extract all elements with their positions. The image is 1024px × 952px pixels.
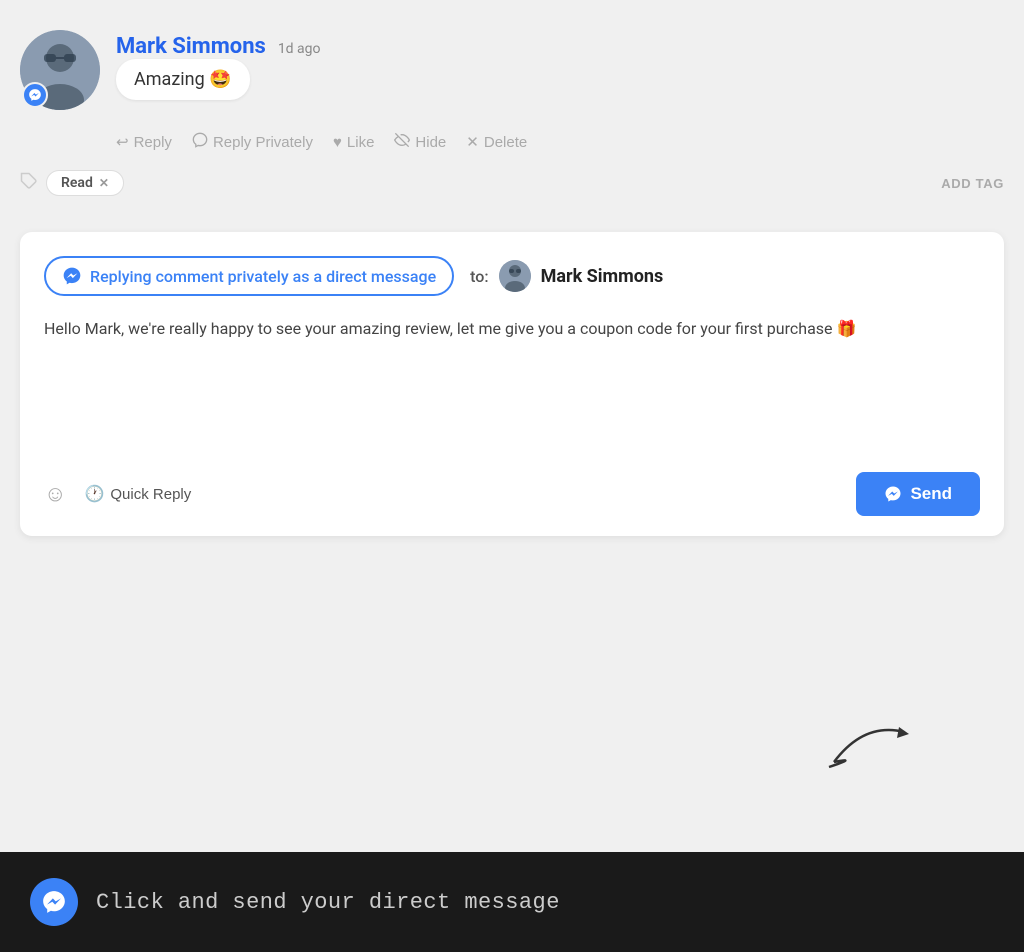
annotation-area [824, 712, 944, 772]
hide-icon [394, 132, 410, 152]
comment-text: Amazing 🤩 [134, 69, 232, 90]
add-tag-button[interactable]: ADD TAG [941, 176, 1004, 191]
reply-type-badge: Replying comment privately as a direct m… [44, 256, 454, 296]
quick-reply-label: Quick Reply [110, 486, 191, 503]
reply-icon: ↩ [116, 133, 129, 151]
tag-icon [20, 172, 38, 194]
reply-textarea[interactable] [44, 316, 980, 436]
like-icon: ♥ [333, 134, 342, 151]
tag-close-icon[interactable]: ✕ [99, 176, 109, 190]
delete-label: Delete [484, 134, 527, 151]
reply-type-label: Replying comment privately as a direct m… [90, 267, 436, 286]
reply-label: Reply [134, 134, 172, 151]
hide-button[interactable]: Hide [394, 132, 446, 152]
bottom-messenger-icon [30, 878, 78, 926]
reply-footer: ☺ 🕐 Quick Reply Send [44, 460, 980, 516]
messenger-badge [22, 82, 48, 108]
tag-label: Read [61, 175, 93, 191]
reply-card: Replying comment privately as a direct m… [20, 232, 1004, 536]
clock-icon: 🕐 [84, 484, 104, 504]
delete-icon: ✕ [466, 133, 479, 151]
bottom-text: Click and send your direct message [96, 890, 560, 915]
send-button[interactable]: Send [856, 472, 980, 516]
quick-reply-button[interactable]: 🕐 Quick Reply [84, 484, 191, 504]
author-name: Mark Simmons [116, 34, 266, 59]
like-button[interactable]: ♥ Like [333, 134, 374, 151]
emoji-button[interactable]: ☺ [44, 481, 66, 507]
recipient-name: Mark Simmons [541, 266, 664, 287]
comment-section: Mark Simmons 1d ago Amazing 🤩 ↩ Reply [20, 30, 1004, 232]
reply-privately-label: Reply Privately [213, 134, 313, 151]
delete-button[interactable]: ✕ Delete [466, 133, 527, 151]
tags-left: Read ✕ [20, 170, 124, 196]
avatar-wrapper [20, 30, 100, 110]
tags-row: Read ✕ ADD TAG [20, 162, 1004, 212]
footer-left: ☺ 🕐 Quick Reply [44, 481, 191, 507]
to-label: to: [470, 267, 488, 286]
comment-actions: ↩ Reply Reply Privately ♥ Like [20, 122, 1004, 162]
recipient-avatar [499, 260, 531, 292]
reply-privately-icon [192, 132, 208, 152]
hide-label: Hide [415, 134, 446, 151]
send-label: Send [910, 484, 952, 504]
bottom-bar: Click and send your direct message [0, 852, 1024, 952]
reply-to: to: Mark Simmons [470, 260, 663, 292]
main-content: Mark Simmons 1d ago Amazing 🤩 ↩ Reply [0, 0, 1024, 852]
read-tag[interactable]: Read ✕ [46, 170, 124, 196]
comment-time: 1d ago [278, 41, 321, 57]
reply-button[interactable]: ↩ Reply [116, 133, 172, 151]
reply-privately-button[interactable]: Reply Privately [192, 132, 313, 152]
comment-author-line: Mark Simmons 1d ago [116, 34, 321, 59]
reply-header: Replying comment privately as a direct m… [44, 256, 980, 296]
like-label: Like [347, 134, 375, 151]
comment-header: Mark Simmons 1d ago Amazing 🤩 [20, 30, 1004, 110]
comment-bubble: Amazing 🤩 [116, 59, 250, 100]
comment-meta: Mark Simmons 1d ago Amazing 🤩 [116, 30, 321, 100]
